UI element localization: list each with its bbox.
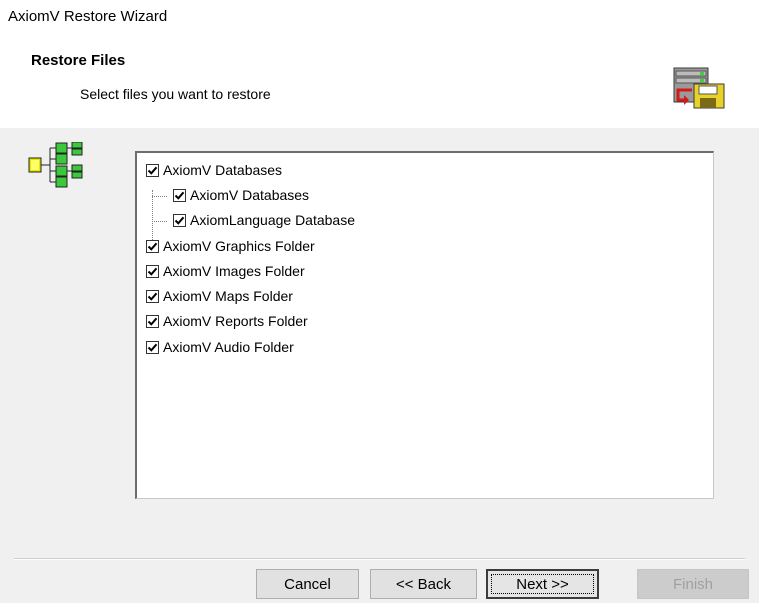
tree-item-axiomv-databases-child[interactable]: AxiomV Databases	[173, 184, 309, 206]
checkbox-checked-icon[interactable]	[146, 264, 159, 278]
tree-item-label: AxiomV Reports Folder	[163, 313, 308, 329]
tree-item-audio-folder[interactable]: AxiomV Audio Folder	[146, 336, 294, 358]
tree-connector	[152, 221, 167, 222]
title-bar: AxiomV Restore Wizard	[0, 0, 759, 36]
restore-file-tree[interactable]: AxiomV Databases AxiomV Databases AxiomL…	[135, 151, 714, 499]
checkbox-checked-icon[interactable]	[146, 289, 159, 303]
tree-item-reports-folder[interactable]: AxiomV Reports Folder	[146, 310, 308, 332]
wizard-header: Restore Files Select files you want to r…	[0, 36, 759, 128]
tree-item-maps-folder[interactable]: AxiomV Maps Folder	[146, 285, 293, 307]
tree-item-axiomlanguage-database[interactable]: AxiomLanguage Database	[173, 209, 355, 231]
checkbox-checked-icon[interactable]	[146, 163, 159, 177]
tree-item-label: AxiomLanguage Database	[190, 212, 356, 228]
window-title: AxiomV Restore Wizard	[8, 8, 168, 25]
tree-item-axiomv-databases[interactable]: AxiomV Databases	[146, 159, 282, 181]
back-button[interactable]: << Back	[370, 569, 477, 599]
tree-connector	[152, 196, 167, 197]
finish-button[interactable]: Finish	[637, 569, 749, 599]
tree-item-label: AxiomV Databases	[190, 187, 310, 203]
page-subtitle: Select files you want to restore	[80, 86, 271, 102]
wizard-body: AxiomV Databases AxiomV Databases AxiomL…	[0, 128, 759, 603]
focus-ring	[491, 574, 594, 594]
checkbox-checked-icon[interactable]	[173, 213, 186, 227]
checkbox-checked-icon[interactable]	[146, 314, 159, 328]
restore-server-icon	[670, 66, 728, 110]
tree-item-label: AxiomV Maps Folder	[163, 288, 293, 304]
tree-structure-icon	[28, 141, 84, 188]
tree-item-graphics-folder[interactable]: AxiomV Graphics Folder	[146, 235, 315, 257]
tree-item-images-folder[interactable]: AxiomV Images Folder	[146, 260, 305, 282]
tree-item-label: AxiomV Databases	[163, 162, 283, 178]
checkbox-checked-icon[interactable]	[173, 188, 186, 202]
checkbox-checked-icon[interactable]	[146, 239, 159, 253]
checkbox-checked-icon[interactable]	[146, 340, 159, 354]
tree-item-label: AxiomV Graphics Folder	[163, 238, 315, 254]
tree-item-label: AxiomV Images Folder	[163, 263, 305, 279]
next-button[interactable]: Next >>	[486, 569, 599, 599]
footer-separator	[14, 558, 745, 560]
cancel-button[interactable]: Cancel	[256, 569, 359, 599]
page-title: Restore Files	[31, 52, 126, 69]
tree-item-label: AxiomV Audio Folder	[163, 339, 294, 355]
